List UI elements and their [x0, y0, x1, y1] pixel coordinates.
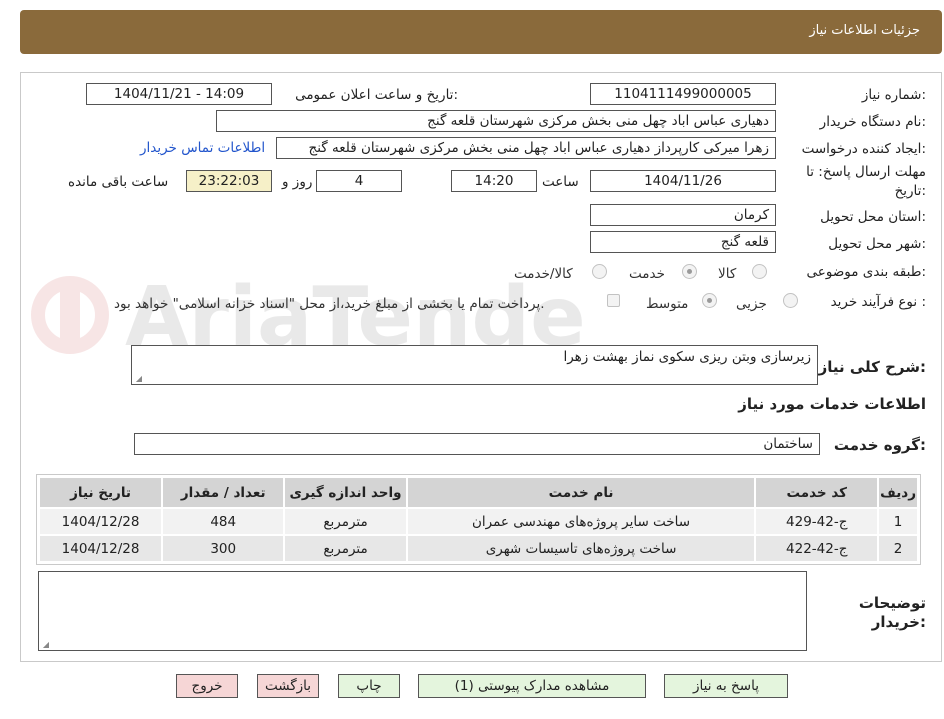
category-radio-goods[interactable] [752, 264, 767, 279]
col-service-name: نام خدمت [405, 476, 757, 509]
treasury-payment-checkbox[interactable] [607, 294, 620, 307]
cell-row-number: 1 [877, 507, 919, 536]
treasury-payment-note: پرداخت تمام یا بخشی از مبلغ خرید،از محل … [114, 296, 545, 312]
cell-quantity: 484 [161, 507, 286, 536]
process-radio-minor[interactable] [783, 293, 798, 308]
deadline-date-field: 1404/11/26 [590, 170, 776, 192]
province-field: کرمان [590, 204, 776, 226]
buyer-org-field: دهیاری عباس اباد چهل منی بخش مرکزی شهرست… [216, 110, 776, 132]
col-need-date: تاریخ نیاز [37, 476, 164, 509]
resize-handle-icon[interactable]: ◢ [134, 375, 142, 383]
general-description-label: شرح کلی نیاز: [818, 358, 926, 376]
category-option-goods: کالا [718, 266, 737, 282]
announce-datetime-label: تاریخ و ساعت اعلان عمومی: [295, 87, 458, 103]
remaining-time-field: 23:22:03 [186, 170, 272, 192]
need-number-label: شماره نیاز: [861, 87, 926, 103]
city-label: شهر محل تحویل: [828, 236, 926, 252]
table-row: 1404/12/28 484 مترمربع ساخت سایر پروژه‌ه… [37, 507, 919, 536]
cell-need-date: 1404/12/28 [37, 507, 164, 536]
page-title: جزئیات اطلاعات نیاز [809, 23, 920, 38]
buyer-contact-link[interactable]: اطلاعات تماس خریدار [140, 140, 265, 156]
category-radio-service[interactable] [682, 264, 697, 279]
general-description-text: زیرسازی وبتن ریزی سکوی نماز بهشت زهرا [563, 349, 811, 365]
service-group-field: ساختمان [134, 433, 820, 455]
deadline-label-date: تاریخ: [894, 183, 926, 199]
cell-need-date: 1404/12/28 [37, 534, 164, 563]
category-label: طبقه بندی موضوعی: [806, 264, 926, 280]
col-quantity: تعداد / مقدار [161, 476, 286, 509]
category-option-service: خدمت [629, 266, 665, 282]
services-section-title: اطلاعات خدمات مورد نیاز [738, 395, 926, 413]
process-option-minor: جزیی [736, 296, 767, 312]
cell-service-name: ساخت پروژه‌های تاسیسات شهری [405, 534, 757, 563]
services-table: تاریخ نیاز تعداد / مقدار واحد اندازه گیر… [37, 476, 919, 563]
reply-button[interactable]: پاسخ به نیاز [664, 674, 788, 698]
cell-row-number: 2 [877, 534, 919, 563]
city-field: قلعه گنج [590, 231, 776, 253]
province-label: استان محل تحویل: [820, 209, 926, 225]
days-label: روز و [282, 174, 313, 190]
buyer-notes-label: توضیحات [858, 594, 926, 612]
buyer-notes-label-line2: خریدار: [871, 613, 926, 631]
announce-datetime-field: 1404/11/21 - 14:09 [86, 83, 272, 105]
deadline-time-label: ساعت [542, 174, 579, 190]
process-radio-medium[interactable] [702, 293, 717, 308]
exit-button[interactable]: خروج [176, 674, 238, 698]
col-unit: واحد اندازه گیری [283, 476, 408, 509]
col-row-number: ردیف [877, 476, 919, 509]
category-option-goods-service: کالا/خدمت [514, 266, 573, 282]
cell-service-code: ج-42-422 [754, 534, 880, 563]
buyer-notes-field: ◢ [38, 571, 807, 651]
view-attachments-button[interactable]: مشاهده مدارک پیوستی (1) [418, 674, 646, 698]
deadline-time-field: 14:20 [451, 170, 537, 192]
requester-field: زهرا میرکی کارپرداز دهیاری عباس اباد چهل… [276, 137, 776, 159]
cell-unit: مترمربع [283, 507, 408, 536]
table-row: 1404/12/28 300 مترمربع ساخت پروژه‌های تا… [37, 534, 919, 563]
category-radio-goods-service[interactable] [592, 264, 607, 279]
general-description-field: زیرسازی وبتن ریزی سکوی نماز بهشت زهرا ◢ [131, 345, 818, 385]
resize-handle-icon[interactable]: ◢ [41, 641, 49, 649]
need-number-field: 1104111499000005 [590, 83, 776, 105]
remaining-time-label: ساعت باقی مانده [68, 174, 169, 190]
page-header: جزئیات اطلاعات نیاز [20, 10, 942, 54]
deadline-label: مهلت ارسال پاسخ: تا [806, 164, 926, 180]
buyer-org-label: نام دستگاه خریدار: [819, 114, 926, 130]
back-button[interactable]: بازگشت [257, 674, 319, 698]
service-group-label: گروه خدمت: [833, 436, 926, 454]
print-button[interactable]: چاپ [338, 674, 400, 698]
requester-label: ایجاد کننده درخواست: [801, 141, 926, 157]
cell-unit: مترمربع [283, 534, 408, 563]
purchase-process-label: نوع فرآیند خرید : [830, 294, 926, 310]
col-service-code: کد خدمت [754, 476, 880, 509]
cell-service-code: ج-42-429 [754, 507, 880, 536]
process-option-medium: متوسط [646, 296, 689, 312]
table-header-row: تاریخ نیاز تعداد / مقدار واحد اندازه گیر… [37, 476, 919, 509]
cell-quantity: 300 [161, 534, 286, 563]
deadline-days-field: 4 [316, 170, 402, 192]
cell-service-name: ساخت سایر پروژه‌های مهندسی عمران [405, 507, 757, 536]
